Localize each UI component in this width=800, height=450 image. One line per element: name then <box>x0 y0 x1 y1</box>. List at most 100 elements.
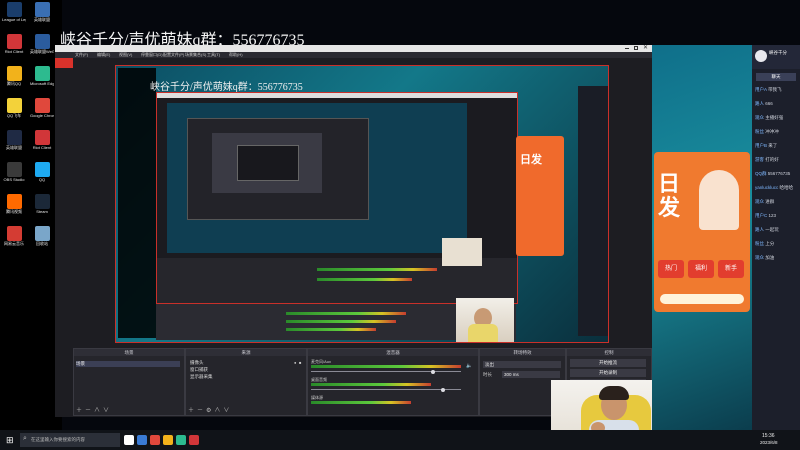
chat-message: 用户B 来了 <box>755 141 777 151</box>
desktop-icon-label: QQ <box>38 177 46 182</box>
taskbar-app-icon[interactable] <box>189 435 199 445</box>
sources-title: 来源 <box>186 349 306 356</box>
desktop-icon-label: OBS Studio <box>3 177 25 182</box>
menu-item[interactable]: 停靠窗口(D) <box>141 52 163 58</box>
maximize-icon[interactable] <box>634 46 638 50</box>
taskbar-app-icon[interactable] <box>150 435 160 445</box>
lock-icon[interactable]: ■ <box>299 360 301 365</box>
desktop-icon-label: 英雄联盟 <box>34 17 50 22</box>
chat-username[interactable]: 粉丝 <box>755 241 765 246</box>
scene-item[interactable]: 场景 <box>76 361 180 367</box>
chat-username[interactable]: 粉丝 <box>755 129 765 134</box>
mixer-meter <box>311 383 431 386</box>
chat-tab[interactable]: 聊天 <box>756 73 796 81</box>
desktop-icon[interactable]: Google Chrome <box>30 98 54 128</box>
start-icon[interactable]: ⊞ <box>6 435 16 445</box>
desktop-icon[interactable]: 英雄联盟WeGame <box>30 34 54 64</box>
chat-text: 加油 <box>765 255 775 260</box>
desktop-icon[interactable]: 英雄联盟 <box>2 130 26 160</box>
menu-item[interactable]: 视图(V) <box>119 52 132 58</box>
control-button[interactable]: 开始推流 <box>570 359 646 367</box>
chat-username[interactable]: 路人 <box>755 101 765 106</box>
chat-username[interactable]: QQ群 <box>755 171 768 176</box>
taskbar-app-icon[interactable] <box>124 435 134 445</box>
desktop-icon-label: 腾讯视频 <box>6 209 22 214</box>
desktop-icon-label: Steam <box>36 209 48 214</box>
desktop-icon[interactable]: QQ <box>30 162 54 192</box>
window-controls[interactable]: ✕ <box>625 45 649 51</box>
avatar[interactable] <box>755 50 767 62</box>
chat-username[interactable]: 路人 <box>755 227 765 232</box>
preview-icon-column <box>118 68 156 338</box>
desktop-icon[interactable]: Riot Client <box>30 130 54 160</box>
taskbar-app-icon[interactable] <box>176 435 186 445</box>
app-icon <box>6 34 22 49</box>
volume-slider[interactable] <box>311 369 461 374</box>
desktop-icon[interactable]: 回收站 <box>30 226 54 256</box>
app-icon <box>6 226 22 241</box>
chat-username[interactable]: 用户A <box>755 87 768 92</box>
app-icon <box>34 194 50 209</box>
desktop-icon[interactable]: OBS Studio <box>2 162 26 192</box>
menu-item[interactable]: 文件(F) <box>75 52 88 58</box>
chat-username[interactable]: yanlucklucc <box>755 185 780 190</box>
chat-username[interactable]: 观众 <box>755 255 765 260</box>
chat-username[interactable]: 用户C <box>755 213 769 218</box>
close-icon[interactable]: ✕ <box>643 45 648 51</box>
desktop-icon[interactable]: 腾讯QQ <box>2 66 26 96</box>
scenes-dock: 场景 场景 ＋－∧∨ <box>73 348 185 416</box>
desktop-icon[interactable]: QQ飞车 <box>2 98 26 128</box>
speaker-icon[interactable]: 🔈 <box>466 363 472 369</box>
obs-sidebar-tab[interactable] <box>55 58 73 68</box>
source-item[interactable]: 显示器采集 <box>190 374 213 380</box>
minimize-icon[interactable] <box>625 48 629 49</box>
ad-banner: 日发 热门 福利 新手 <box>654 152 750 312</box>
duration-input[interactable]: 300 ms <box>502 371 560 378</box>
obs-menubar: 文件(F) 编辑(E) 视图(V) 停靠窗口(D) 配置文件(P) 场景集合(S) 工具(T… <box>55 52 652 58</box>
menu-item[interactable]: 工具(T) <box>207 52 220 58</box>
ad-cta-button[interactable] <box>660 294 744 304</box>
desktop-icon[interactable]: 英雄联盟 <box>30 2 54 32</box>
source-item[interactable]: 窗口捕获 <box>190 367 208 373</box>
sidebar-header-title: 峡谷千分 <box>769 50 787 55</box>
ad-tag[interactable]: 热门 <box>658 260 684 278</box>
menu-item[interactable]: 帮助(H) <box>229 52 243 58</box>
scenes-toolbar[interactable]: ＋－∧∨ <box>76 405 112 414</box>
mixer-title: 混音器 <box>308 349 478 356</box>
source-item[interactable]: 摄像头 <box>190 360 204 366</box>
ad-tag[interactable]: 新手 <box>718 260 744 278</box>
transition-select[interactable]: 淡出 <box>483 361 561 368</box>
app-icon <box>6 98 22 113</box>
desktop-icon[interactable]: Microsoft Edge <box>30 66 54 96</box>
app-icon <box>6 66 22 81</box>
desktop-icon[interactable]: Steam <box>30 194 54 224</box>
chat-username[interactable]: 观众 <box>755 199 765 204</box>
app-icon <box>6 194 22 209</box>
sources-toolbar[interactable]: ＋－⚙∧∨ <box>188 405 232 414</box>
chat-text: 666 <box>765 101 773 106</box>
preview-ad-text: 日发 <box>520 154 542 166</box>
ad-tag[interactable]: 福利 <box>688 260 714 278</box>
chat-username[interactable]: 用户B <box>755 143 768 148</box>
volume-slider[interactable] <box>311 387 461 392</box>
clock-date: 2023/6/8 <box>760 440 778 445</box>
chat-text: 主播好强 <box>765 115 784 120</box>
desktop-icon-label: Riot Client <box>4 49 24 54</box>
desktop-icon[interactable]: League of Legends <box>2 2 26 32</box>
eye-icon[interactable]: ● <box>294 360 296 365</box>
chat-message: 游客 打的好 <box>755 155 779 165</box>
menu-item[interactable]: 配置文件(P) <box>163 52 184 58</box>
control-button[interactable]: 开始录制 <box>570 369 646 377</box>
ad-tags: 热门 福利 新手 <box>658 260 748 280</box>
desktop-icon[interactable]: Riot Client <box>2 34 26 64</box>
desktop-icon[interactable]: 网易云音乐 <box>2 226 26 256</box>
chat-username[interactable]: 观众 <box>755 115 765 120</box>
preview-canvas[interactable]: 峡谷千分/声优萌妹q群：556776735 日发 <box>115 65 609 343</box>
taskbar-app-icon[interactable] <box>163 435 173 445</box>
menu-item[interactable]: 编辑(E) <box>97 52 110 58</box>
desktop-icon[interactable]: 腾讯视频 <box>2 194 26 224</box>
taskbar-search[interactable]: ⌕ 在这里输入你要搜索的内容 <box>20 433 120 447</box>
chat-username[interactable]: 游客 <box>755 157 765 162</box>
menu-item[interactable]: 场景集合(S) <box>185 52 206 58</box>
taskbar-app-icon[interactable] <box>137 435 147 445</box>
